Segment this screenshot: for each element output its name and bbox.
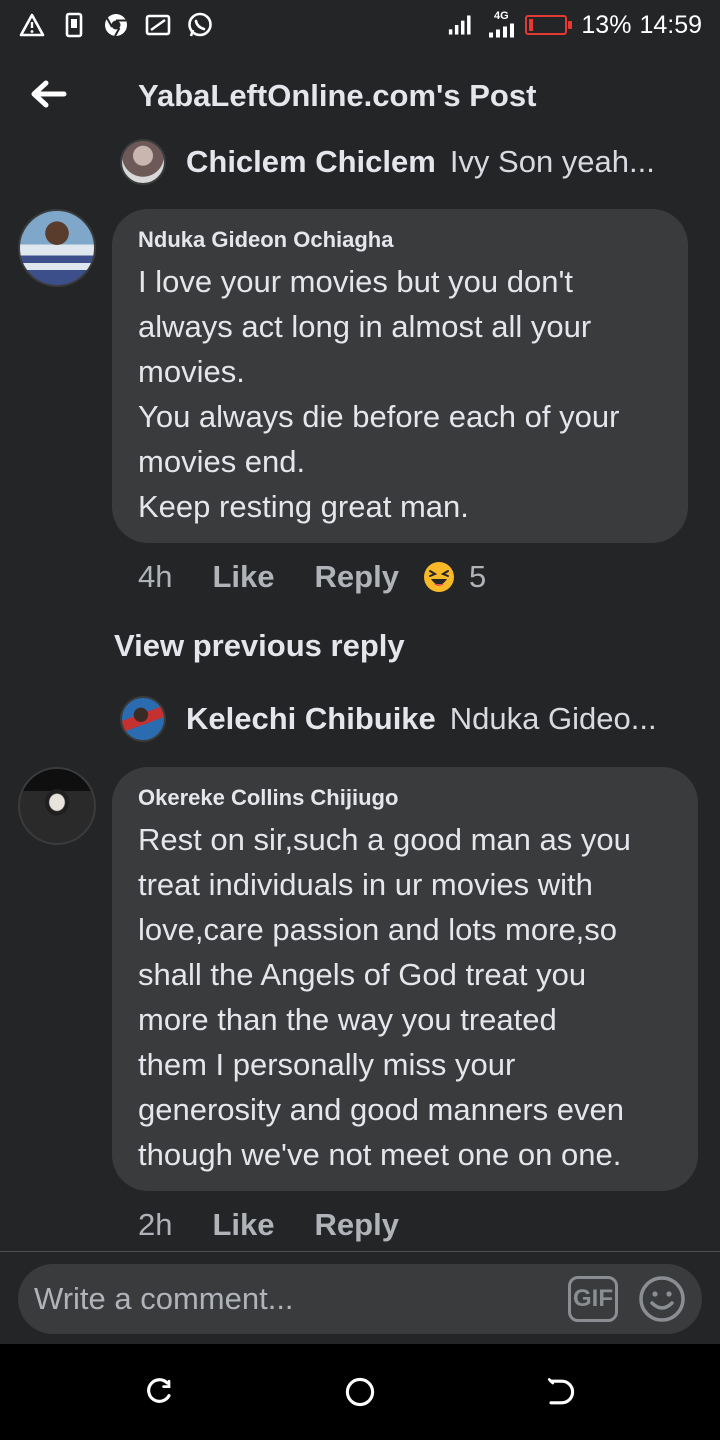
reaction-summary[interactable]: 5 <box>423 559 486 595</box>
comment-bubble[interactable]: Okereke Collins Chijiugo Rest on sir,suc… <box>112 767 698 1191</box>
reply-preview-text: Chiclem Chiclem Ivy Son yeah... <box>186 144 655 180</box>
reply-snippet: Ivy Son yeah... <box>449 144 655 179</box>
back-button[interactable] <box>26 72 70 116</box>
gif-button[interactable]: GIF <box>568 1276 618 1322</box>
chrome-icon <box>102 11 130 39</box>
comment-bubble[interactable]: Nduka Gideon Ochiagha I love your movies… <box>112 209 688 543</box>
arrow-left-icon <box>31 80 67 108</box>
comment-author[interactable]: Nduka Gideon Ochiagha <box>138 227 662 253</box>
home-button[interactable] <box>340 1372 380 1412</box>
system-nav-bar <box>0 1344 720 1440</box>
reply-preview-kelechi[interactable]: Kelechi Chibuike Nduka Gideo... <box>120 696 700 742</box>
network-4g-icon: 4G <box>485 11 517 39</box>
status-bar: 4G 13% 14:59 <box>0 0 720 50</box>
whatsapp-icon <box>186 11 214 39</box>
signal-icon <box>445 11 477 39</box>
reply-button[interactable]: Reply <box>315 559 399 595</box>
cast-icon <box>144 11 172 39</box>
smiley-icon[interactable] <box>638 1275 686 1323</box>
comment-author[interactable]: Okereke Collins Chijiugo <box>138 785 672 811</box>
status-notification-icons <box>18 11 214 39</box>
avatar[interactable] <box>120 696 166 742</box>
reply-preview-text: Kelechi Chibuike Nduka Gideo... <box>186 701 657 737</box>
battery-icon <box>525 15 573 35</box>
recent-apps-button[interactable] <box>140 1372 180 1412</box>
comment-time[interactable]: 2h <box>138 1207 172 1243</box>
comment-input[interactable]: Write a comment... <box>34 1281 568 1317</box>
battery-percent: 13% <box>581 10 632 39</box>
sim-card-icon <box>60 11 88 39</box>
page-title: YabaLeftOnline.com's Post <box>138 78 537 113</box>
back-icon <box>547 1378 575 1405</box>
reaction-count: 5 <box>468 559 487 594</box>
status-system-info: 4G 13% 14:59 <box>445 11 702 40</box>
reply-author-name[interactable]: Chiclem Chiclem <box>186 144 436 179</box>
home-icon <box>345 1377 375 1407</box>
comment-time[interactable]: 4h <box>138 559 172 595</box>
comment-text: I love your movies but you don't always … <box>138 264 620 524</box>
comment-actions: 2h Like Reply <box>138 1207 399 1243</box>
avatar[interactable] <box>120 139 166 185</box>
avatar[interactable] <box>18 767 96 845</box>
reply-button[interactable]: Reply <box>315 1207 399 1243</box>
recent-apps-icon <box>147 1378 171 1403</box>
post-header: YabaLeftOnline.com's Post <box>0 56 720 136</box>
like-button[interactable]: Like <box>212 1207 274 1243</box>
clock: 14:59 <box>639 10 702 39</box>
reply-author-name[interactable]: Kelechi Chibuike <box>186 701 436 736</box>
comment-text: Rest on sir,such a good man as you treat… <box>138 822 631 1172</box>
comment-actions: 4h Like Reply 5 <box>138 559 486 595</box>
comment-composer: Write a comment... GIF <box>18 1264 702 1334</box>
avatar[interactable] <box>18 209 96 287</box>
reply-snippet: Nduka Gideo... <box>449 701 657 736</box>
laughing-emoji-icon <box>423 562 454 592</box>
back-nav-button[interactable] <box>540 1372 580 1412</box>
network-type: 4G <box>494 10 509 22</box>
view-previous-reply-link[interactable]: View previous reply <box>114 628 405 664</box>
warning-triangle-icon <box>18 11 46 39</box>
divider <box>0 1251 720 1252</box>
like-button[interactable]: Like <box>212 559 274 595</box>
reply-preview-chiclem[interactable]: Chiclem Chiclem Ivy Son yeah... <box>120 139 700 185</box>
